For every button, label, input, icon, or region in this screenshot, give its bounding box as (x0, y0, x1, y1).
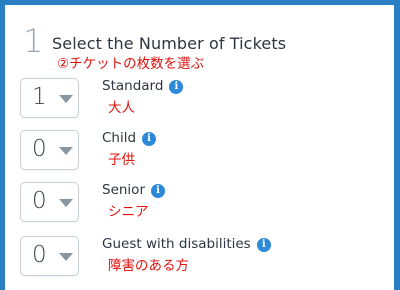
chevron-down-icon (59, 253, 73, 261)
chevron-down-icon (59, 147, 73, 155)
ticket-annotation: 子供 (108, 152, 135, 168)
quantity-value: 1 (32, 84, 47, 110)
step-number: 1 (23, 22, 44, 60)
quantity-value: 0 (32, 188, 47, 214)
step-title: Select the Number of Tickets (52, 34, 287, 53)
ticket-row-child: 0 Child i 子供 (20, 130, 390, 170)
info-icon[interactable]: i (169, 80, 184, 94)
ticket-label-row: Child i (102, 130, 157, 146)
quantity-select-standard[interactable]: 1 (20, 78, 79, 118)
ticket-row-senior: 0 Senior i シニア (20, 182, 390, 222)
ticket-label: Guest with disabilities (102, 236, 251, 252)
info-icon[interactable]: i (256, 238, 271, 252)
ticket-label: Senior (102, 182, 145, 198)
quantity-select-senior[interactable]: 0 (20, 182, 79, 222)
ticket-annotation: 大人 (108, 100, 135, 116)
ticket-row-standard: 1 Standard i 大人 (20, 78, 390, 118)
quantity-value: 0 (32, 242, 47, 268)
ticket-annotation: 障害のある方 (108, 258, 189, 274)
quantity-value: 0 (32, 136, 47, 162)
chevron-down-icon (59, 95, 73, 103)
quantity-select-child[interactable]: 0 (20, 130, 79, 170)
ticket-row-guest-with-disabilities: 0 Guest with disabilities i 障害のある方 (20, 236, 390, 276)
ticket-label-row: Standard i (102, 78, 184, 94)
info-icon[interactable]: i (142, 132, 157, 146)
info-icon[interactable]: i (151, 184, 165, 198)
ticket-label: Standard (102, 78, 164, 94)
step-annotation: ②チケットの枚数を選ぶ (57, 56, 205, 72)
ticket-label: Child (102, 130, 137, 146)
ticket-label-row: Guest with disabilities i (102, 236, 271, 252)
ticket-selection-panel: 1 Select the Number of Tickets ②チケットの枚数を… (5, 5, 394, 290)
ticket-annotation: シニア (108, 204, 149, 220)
chevron-down-icon (59, 199, 73, 207)
ticket-label-row: Senior i (102, 182, 165, 198)
quantity-select-guest-with-disabilities[interactable]: 0 (20, 236, 79, 276)
